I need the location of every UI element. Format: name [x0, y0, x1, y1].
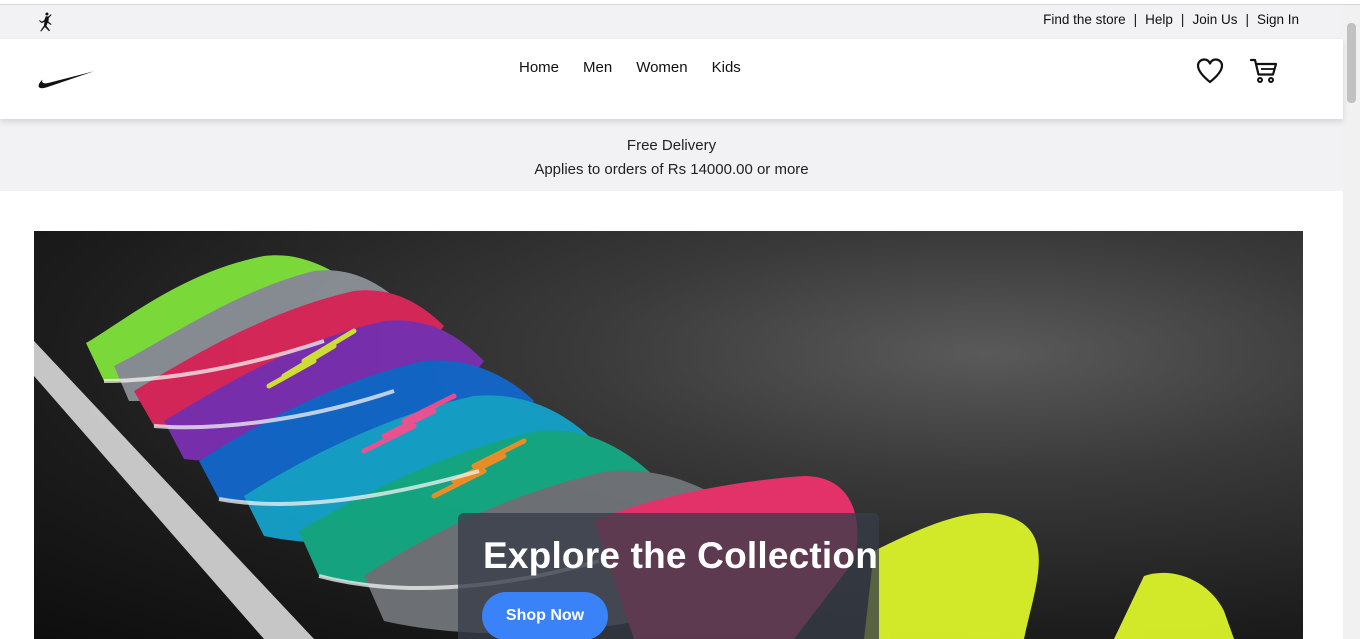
promo-banner: Free Delivery Applies to orders of Rs 14… — [0, 119, 1343, 191]
nike-swoosh-logo-icon[interactable] — [37, 69, 95, 91]
separator: | — [1133, 12, 1138, 27]
sign-in-link[interactable]: Sign In — [1257, 12, 1299, 27]
scrollbar-thumb[interactable] — [1347, 23, 1356, 103]
nav-kids[interactable]: Kids — [712, 59, 741, 76]
separator: | — [1180, 12, 1185, 27]
utility-links: Find the store | Help | Join Us | Sign I… — [1043, 12, 1299, 27]
main-nav-bar: Home Men Women Kids — [0, 39, 1343, 119]
join-us-link[interactable]: Join Us — [1192, 12, 1237, 27]
promo-subtitle: Applies to orders of Rs 14000.00 or more — [534, 161, 809, 178]
help-link[interactable]: Help — [1145, 12, 1173, 27]
shop-now-button[interactable]: Shop Now — [482, 592, 608, 639]
utility-bar: Find the store | Help | Join Us | Sign I… — [0, 5, 1343, 39]
promo-title: Free Delivery — [626, 137, 717, 154]
find-store-link[interactable]: Find the store — [1043, 12, 1126, 27]
nav-home[interactable]: Home — [519, 59, 559, 76]
scrollbar[interactable] — [1343, 5, 1360, 639]
separator: | — [1245, 12, 1249, 27]
nav-women[interactable]: Women — [636, 59, 687, 76]
primary-nav: Home Men Women Kids — [519, 59, 741, 76]
hero-banner: Explore the Collection Shop Now — [34, 231, 1303, 639]
cart-icon[interactable] — [1249, 57, 1279, 85]
heart-icon[interactable] — [1195, 57, 1225, 85]
nav-men[interactable]: Men — [583, 59, 612, 76]
hero-title: Explore the Collection — [483, 535, 879, 576]
hero-card: Explore the Collection Shop Now — [458, 513, 879, 639]
jordan-logo-icon[interactable] — [34, 11, 58, 33]
